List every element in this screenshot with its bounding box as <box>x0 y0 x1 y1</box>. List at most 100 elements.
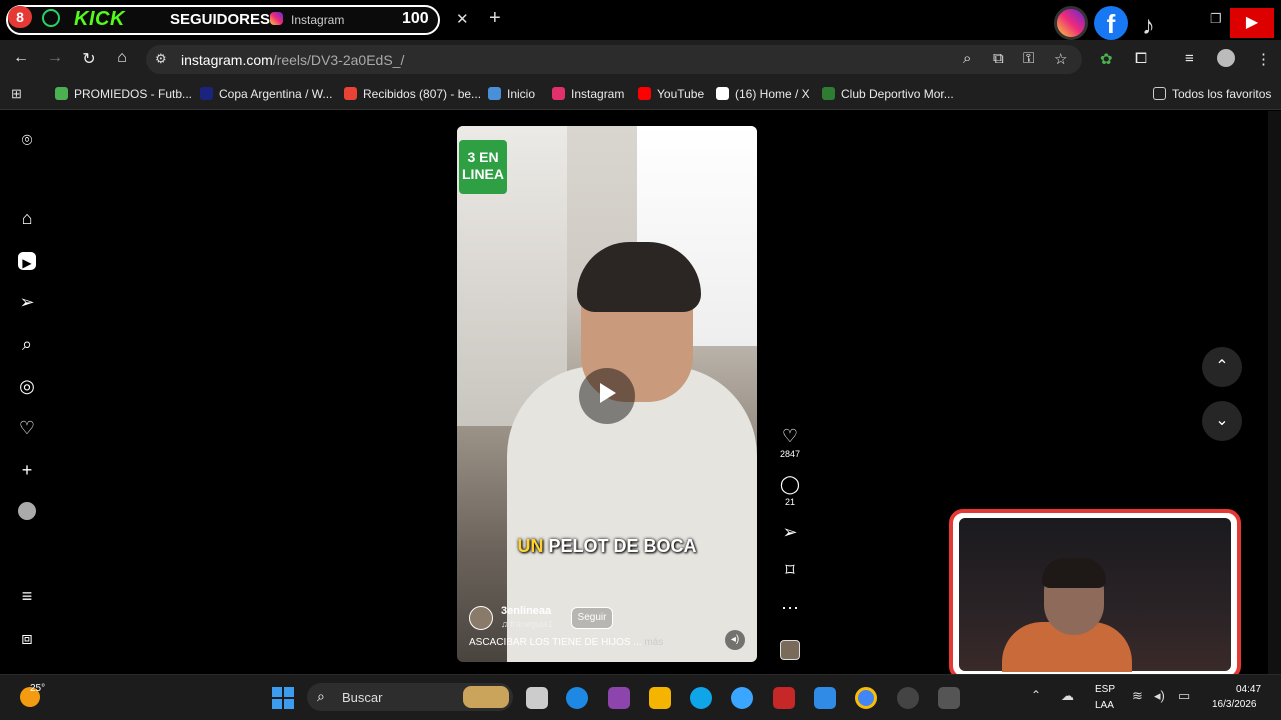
kick-label: KICK <box>74 8 125 30</box>
next-reel-button[interactable]: ⌄ <box>1202 401 1242 441</box>
bookmark-item[interactable]: PROMIEDOS - Futb... <box>55 87 192 101</box>
tray-expand-icon[interactable]: ⌃ <box>1031 688 1041 702</box>
create-plus-icon[interactable]: + <box>16 460 38 482</box>
bookmark-favicon-icon <box>552 87 565 100</box>
back-button[interactable]: ← <box>11 49 31 67</box>
window-restore-button[interactable]: ❐ <box>1210 11 1222 27</box>
bookmark-item[interactable]: Club Deportivo Mor... <box>822 87 954 101</box>
webcam-person-hair <box>1042 558 1106 588</box>
tab-close-button[interactable]: ✕ <box>456 10 469 28</box>
obs-icon[interactable] <box>897 687 919 709</box>
bookmark-item[interactable]: (16) Home / X <box>716 87 810 101</box>
task-view-icon[interactable] <box>526 687 548 709</box>
previous-reel-button[interactable]: ⌃ <box>1202 347 1242 387</box>
messages-send-icon[interactable]: ➢ <box>16 292 38 314</box>
start-windows-icon[interactable] <box>272 687 294 709</box>
explore-compass-icon[interactable]: ◎ <box>16 376 38 398</box>
store-icon[interactable] <box>814 687 836 709</box>
bookmark-item[interactable]: Inicio <box>488 87 535 101</box>
copilot-icon[interactable] <box>608 687 630 709</box>
bookmark-favicon-icon <box>55 87 68 100</box>
more-options-icon[interactable]: ⋯ <box>776 598 804 619</box>
onedrive-cloud-icon[interactable]: ☁ <box>1061 688 1074 704</box>
bookmark-favicon-icon <box>638 87 651 100</box>
like-count: 2847 <box>779 449 801 459</box>
home-icon[interactable]: ⌂ <box>16 208 38 230</box>
app-icon[interactable] <box>938 687 960 709</box>
audio-credit[interactable]: ♫ franeguia1 <box>501 619 553 629</box>
profile-avatar[interactable] <box>18 502 36 520</box>
save-bookmark-icon[interactable]: ⌑ <box>776 560 804 581</box>
battery-icon[interactable]: ▭ <box>1178 688 1190 704</box>
channel-logo: 3 EN LINEA <box>459 140 507 194</box>
url-text[interactable]: instagram.com/reels/DV3-2a0EdS_/ <box>181 52 404 68</box>
reload-button[interactable]: ↻ <box>79 49 99 69</box>
apps-grid-icon[interactable]: ⊞ <box>11 86 22 102</box>
password-key-icon[interactable]: ⚿ <box>1023 50 1034 67</box>
bookmark-item[interactable]: Copa Argentina / W... <box>200 87 332 101</box>
instagram-logo-icon[interactable]: ⌾ <box>16 130 38 152</box>
overlay-counter: 100 <box>402 10 429 27</box>
more-menu-icon[interactable]: ≡ <box>16 586 38 608</box>
wifi-icon[interactable]: ≋ <box>1132 688 1143 704</box>
reels-icon[interactable]: ▶ <box>18 252 36 270</box>
youtube-logo-icon: ▶ <box>1230 8 1274 38</box>
forward-button[interactable]: → <box>45 49 65 67</box>
author-name[interactable]: 3enlineaa <box>501 605 551 617</box>
profile-avatar[interactable] <box>1217 49 1235 67</box>
bookmark-star-icon[interactable]: ☆ <box>1054 50 1067 68</box>
extensions-puzzle-icon[interactable]: ⧠ <box>1135 50 1147 67</box>
media-controls-icon[interactable]: ≡ <box>1185 50 1194 67</box>
bookmark-favicon-icon <box>344 87 357 100</box>
cast-icon[interactable]: ⧉ <box>993 50 1004 67</box>
tiktok-logo-icon: ♪ <box>1142 10 1155 40</box>
video-person-shirt <box>507 366 757 662</box>
clock-time[interactable]: 04:47 <box>1236 684 1261 695</box>
author-avatar[interactable] <box>469 606 493 630</box>
volume-icon[interactable]: ◂) <box>1154 688 1165 704</box>
bookmark-favicon-icon <box>822 87 835 100</box>
weather-app-icon[interactable] <box>731 687 753 709</box>
audio-thumbnail[interactable] <box>780 640 800 660</box>
folder-icon <box>1153 87 1166 100</box>
clock-date[interactable]: 16/3/2026 <box>1212 699 1257 710</box>
new-tab-button[interactable]: + <box>489 7 501 30</box>
follow-button[interactable]: Seguir <box>571 607 613 629</box>
bookmark-label: Inicio <box>507 87 536 101</box>
taskbar-search-label: Buscar <box>342 690 383 705</box>
bookmark-item[interactable]: Recibidos (807) - be... <box>344 87 481 101</box>
reel-description[interactable]: ASCACIBAR LOS TIENE DE HIJOS ... más <box>469 637 663 648</box>
menu-kebab-icon[interactable]: ⋮ <box>1256 50 1271 68</box>
bookmark-item[interactable]: Instagram <box>552 87 624 101</box>
bookmark-label: Instagram <box>571 87 625 101</box>
bookmark-label: PROMIEDOS - Futb... <box>74 87 193 101</box>
all-bookmarks-folder[interactable]: Todos los favoritos <box>1153 87 1271 101</box>
bookmark-label: Copa Argentina / W... <box>219 87 333 101</box>
like-heart-icon[interactable]: ♡ <box>776 426 804 447</box>
bookmark-favicon-icon <box>200 87 213 100</box>
file-explorer-icon[interactable] <box>649 687 671 709</box>
language-code[interactable]: ESP <box>1095 684 1115 695</box>
share-send-icon[interactable]: ➢ <box>776 522 804 543</box>
instagram-logo-icon <box>1054 6 1088 40</box>
antivirus-icon[interactable] <box>773 687 795 709</box>
extension-icon[interactable]: ✿ <box>1100 50 1113 68</box>
also-from-meta-icon[interactable]: ⧈ <box>16 628 38 650</box>
zoom-icon[interactable]: ⌕ <box>963 50 971 67</box>
reel-video[interactable]: 3 EN LINEA UN PELOT DE BOCA 3enlineaa ♫ f… <box>457 126 757 662</box>
home-button[interactable]: ⌂ <box>112 49 132 67</box>
keyboard-layout[interactable]: LAA <box>1095 700 1114 711</box>
search-icon[interactable]: ⌕ <box>16 334 38 356</box>
site-settings-icon[interactable]: ⚙ <box>155 51 167 67</box>
facebook-logo-icon: f <box>1094 6 1128 40</box>
notifications-heart-icon[interactable]: ♡ <box>16 418 38 440</box>
hp-app-icon[interactable] <box>566 687 588 709</box>
tab-count-badge: 8 <box>8 6 32 28</box>
edge-browser-icon[interactable] <box>690 687 712 709</box>
comment-icon[interactable]: ◯ <box>776 474 804 495</box>
windows-taskbar <box>0 674 1281 720</box>
bookmark-item[interactable]: YouTube <box>638 87 704 101</box>
chrome-icon[interactable] <box>855 687 877 709</box>
page-scrollbar[interactable] <box>1268 111 1281 674</box>
mute-speaker-icon[interactable]: ◂) <box>725 630 745 650</box>
